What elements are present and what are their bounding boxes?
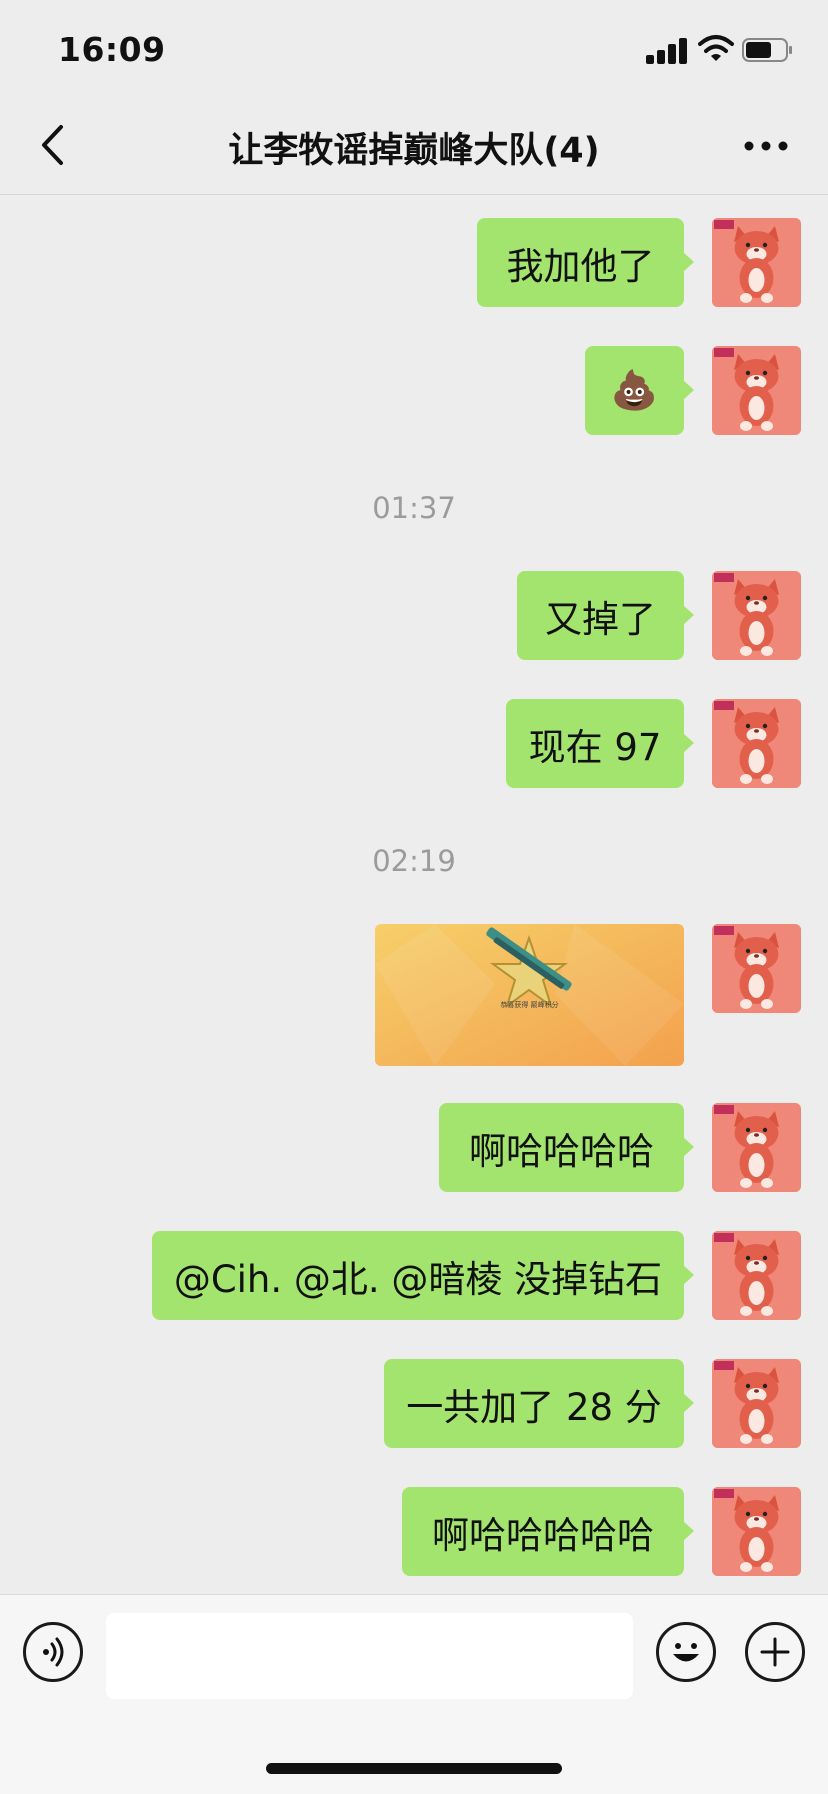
avatar[interactable] — [712, 1231, 801, 1320]
wifi-icon — [698, 35, 734, 61]
home-indicator — [266, 1763, 562, 1774]
message-bubble[interactable]: 我加他了 — [477, 218, 694, 307]
avatar[interactable] — [712, 924, 801, 1013]
status-bar: 16:09 — [0, 0, 828, 96]
voice-icon — [43, 1637, 64, 1667]
avatar[interactable] — [712, 1487, 801, 1576]
avatar[interactable] — [712, 1103, 801, 1192]
more-functions-button[interactable] — [745, 1622, 805, 1682]
status-time: 16:09 — [58, 30, 166, 69]
message-bubble[interactable]: 一共加了 28 分 — [384, 1359, 694, 1448]
voice-button[interactable] — [23, 1622, 83, 1682]
back-button[interactable] — [28, 118, 78, 172]
cellular-signal-icon — [646, 36, 688, 64]
emoji-message-bubble[interactable]: 💩 — [585, 346, 694, 435]
avatar[interactable] — [712, 346, 801, 435]
timestamp: 01:37 — [372, 491, 456, 525]
chat-header: 让李牧谣掉巅峰大队(4) — [0, 96, 828, 195]
battery-icon — [742, 38, 792, 62]
emoji-button[interactable] — [656, 1622, 716, 1682]
avatar[interactable] — [712, 1359, 801, 1448]
avatar[interactable] — [712, 699, 801, 788]
avatar[interactable] — [712, 571, 801, 660]
message-bubble[interactable]: 啊哈哈哈哈 — [439, 1103, 694, 1192]
message-bubble[interactable]: @Cih. @北. @暗棱 没掉钻石 — [152, 1231, 694, 1320]
plus-icon — [760, 1637, 790, 1667]
avatar[interactable] — [712, 218, 801, 307]
chat-title: 让李牧谣掉巅峰大队(4) — [228, 131, 600, 171]
message-bubble[interactable]: 现在 97 — [506, 699, 694, 788]
chevron-left-icon — [42, 125, 63, 165]
input-bar — [0, 1594, 828, 1794]
more-button[interactable] — [738, 126, 794, 166]
smiley-icon — [673, 1643, 699, 1662]
more-dots-icon — [744, 141, 788, 151]
message-list[interactable]: 我加他了 💩 01:37 又掉了 现在 97 02:19 恭喜获得 巅峰积分 啊… — [0, 195, 828, 1595]
message-bubble[interactable]: 啊哈哈哈哈哈 — [402, 1487, 694, 1576]
image-caption: 恭喜获得 巅峰积分 — [500, 1001, 559, 1009]
message-input[interactable] — [106, 1613, 633, 1699]
image-message[interactable]: 恭喜获得 巅峰积分 — [375, 924, 684, 1066]
message-bubble[interactable]: 又掉了 — [517, 571, 694, 660]
timestamp: 02:19 — [372, 844, 456, 878]
